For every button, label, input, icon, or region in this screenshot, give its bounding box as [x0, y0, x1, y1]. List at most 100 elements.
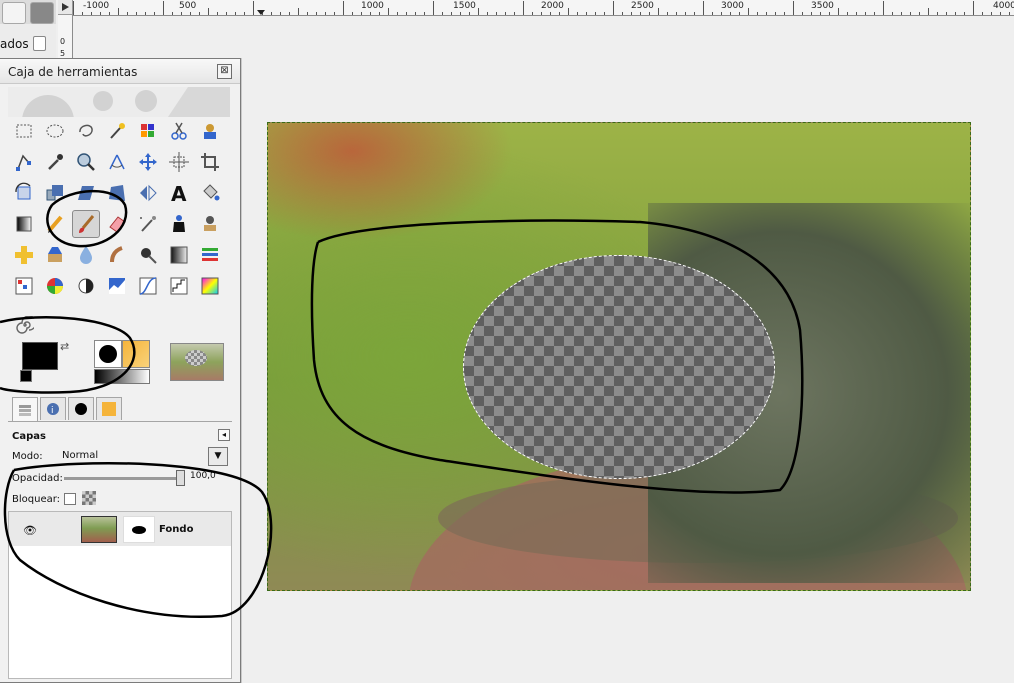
align-icon: [169, 152, 189, 172]
tool-button-heal[interactable]: [10, 241, 38, 269]
image-canvas[interactable]: [267, 122, 971, 591]
tool-button-desaturate[interactable]: [165, 241, 193, 269]
tab-brushes[interactable]: [68, 397, 94, 420]
tool-button-free-select[interactable]: [72, 117, 100, 145]
tool-button-move[interactable]: [134, 148, 162, 176]
ruler-tick: [685, 12, 686, 15]
chevron-down-icon[interactable]: ▼: [208, 447, 228, 466]
tool-button-smudge[interactable]: [103, 241, 131, 269]
mode-value: Normal: [62, 450, 99, 461]
layer-name[interactable]: Fondo: [159, 524, 193, 535]
tool-button-color-picker[interactable]: [41, 148, 69, 176]
transparent-selection[interactable]: [463, 255, 775, 479]
tool-button-colorize[interactable]: [196, 272, 224, 300]
lock-alpha-icon[interactable]: [82, 491, 96, 505]
layers-menu-icon[interactable]: ◂: [218, 429, 230, 441]
tool-button-blend[interactable]: [10, 210, 38, 238]
ruler-tick: [838, 8, 839, 15]
tool-button-crop[interactable]: [196, 148, 224, 176]
tool-button-blur[interactable]: [72, 241, 100, 269]
left-partial-checkbox[interactable]: [33, 36, 46, 51]
horizontal-ruler[interactable]: -1000 500 1000 1500 2000 2500 3000 3500 4000: [73, 0, 1014, 16]
pattern-preview[interactable]: [122, 340, 150, 368]
ruler-tick: [874, 12, 875, 15]
ruler-tick: [649, 12, 650, 15]
ruler-label: -1000: [83, 1, 110, 11]
tool-button-posterize[interactable]: [165, 272, 193, 300]
opacity-slider-handle[interactable]: [176, 470, 185, 486]
ruler-tick: [622, 12, 623, 15]
tool-button-flip[interactable]: [134, 179, 162, 207]
tool-button-brightness-contrast[interactable]: [72, 272, 100, 300]
rect-select-icon: [16, 124, 32, 138]
tool-button-perspective-clone[interactable]: [41, 241, 69, 269]
tab-layers[interactable]: [12, 397, 38, 421]
tool-button-foreground-select[interactable]: [196, 117, 224, 145]
tab-patterns[interactable]: [96, 397, 122, 420]
tool-button-zoom[interactable]: [72, 148, 100, 176]
ellipse-select-icon: [46, 124, 64, 138]
tab-tool-options[interactable]: i: [40, 397, 66, 420]
colorize-icon: [201, 277, 219, 295]
tool-button-color-balance[interactable]: [10, 272, 38, 300]
tool-button-perspective[interactable]: [103, 179, 131, 207]
tool-button-select-by-color[interactable]: [134, 117, 162, 145]
tool-button-ink[interactable]: [165, 210, 193, 238]
tool-button-ellipse-select[interactable]: [41, 117, 69, 145]
tool-button-rotate[interactable]: [10, 179, 38, 207]
tool-button-scale[interactable]: [41, 179, 69, 207]
vruler-label: 0: [60, 37, 66, 46]
tool-button-measure[interactable]: [103, 148, 131, 176]
ruler-tick: [892, 12, 893, 15]
tool-button-dodge-burn[interactable]: [134, 241, 162, 269]
tool-button-curves[interactable]: [134, 272, 162, 300]
tool-button-align[interactable]: [165, 148, 193, 176]
tool-button-text[interactable]: A: [165, 179, 193, 207]
ruler-tick: [829, 12, 830, 15]
bucket-fill-icon: [203, 184, 220, 201]
ruler-tick: [586, 12, 587, 15]
ruler-tick: [406, 12, 407, 15]
tool-button-threshold[interactable]: [103, 272, 131, 300]
close-icon[interactable]: ⊠: [217, 64, 232, 79]
layer-thumbnail[interactable]: [81, 516, 117, 543]
ruler-tick: [703, 1, 704, 15]
ruler-tick: [955, 12, 956, 15]
layer-mask-thumbnail[interactable]: [123, 516, 155, 543]
tab-button-1[interactable]: [2, 2, 26, 24]
ruler-tick: [712, 12, 713, 15]
default-colors-icon[interactable]: [20, 370, 32, 382]
opacity-slider[interactable]: [64, 477, 184, 480]
foreground-color-swatch[interactable]: [22, 342, 58, 370]
fuzzy-select-icon: [110, 123, 125, 139]
tab-button-2[interactable]: [30, 2, 54, 24]
active-image-preview[interactable]: [170, 343, 224, 381]
lock-pixels-checkbox[interactable]: [64, 493, 76, 505]
mode-select[interactable]: Normal ▼: [58, 447, 228, 466]
tool-button-hue-saturation[interactable]: [41, 272, 69, 300]
brush-preview[interactable]: [94, 340, 122, 368]
tool-button-clone[interactable]: [196, 210, 224, 238]
tool-button-fuzzy-select[interactable]: [103, 117, 131, 145]
layer-row[interactable]: 👁 Fondo: [9, 512, 231, 546]
ruler-tick: [172, 12, 173, 15]
tool-button-airbrush[interactable]: [134, 210, 162, 238]
swap-colors-icon[interactable]: ⇄: [60, 340, 69, 353]
spiral-icon[interactable]: [16, 316, 34, 334]
ruler-tick: [226, 12, 227, 15]
tool-button-rect-select[interactable]: [10, 117, 38, 145]
gradient-preview[interactable]: [94, 369, 150, 384]
tool-button-bucket-fill[interactable]: [196, 179, 224, 207]
ruler-corner-button[interactable]: [58, 0, 73, 15]
eye-icon[interactable]: 👁: [23, 524, 37, 537]
tool-button-eraser[interactable]: [103, 210, 131, 238]
toolbox-titlebar[interactable]: Caja de herramientas ⊠: [0, 59, 240, 84]
tool-button-paths[interactable]: [10, 148, 38, 176]
tool-button-shear[interactable]: [72, 179, 100, 207]
ruler-pointer-marker: [257, 10, 265, 15]
tool-button-levels[interactable]: [196, 241, 224, 269]
tool-button-paintbrush[interactable]: [72, 210, 100, 238]
opacity-value[interactable]: 100,0: [190, 471, 216, 481]
tool-button-scissors-select[interactable]: [165, 117, 193, 145]
tool-button-pencil[interactable]: [41, 210, 69, 238]
